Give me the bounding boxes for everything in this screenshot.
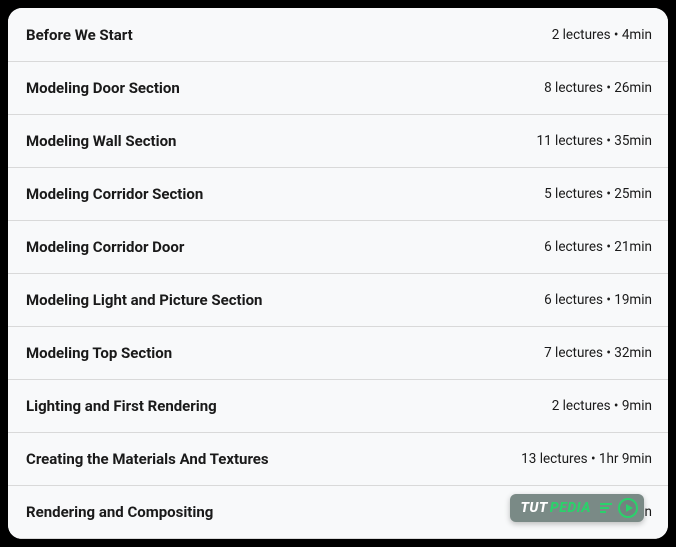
badge-tut: TUT bbox=[520, 500, 547, 516]
section-title: Modeling Corridor Door bbox=[26, 238, 184, 256]
section-title: Creating the Materials And Textures bbox=[26, 450, 269, 468]
section-meta: 5 lectures • 25min bbox=[544, 186, 652, 202]
section-row[interactable]: Before We Start 2 lectures • 4min bbox=[8, 8, 668, 62]
section-title: Modeling Light and Picture Section bbox=[26, 291, 262, 309]
section-title: Before We Start bbox=[26, 26, 133, 44]
section-meta: 8 lectures • 26min bbox=[544, 80, 652, 96]
section-title: Modeling Wall Section bbox=[26, 132, 176, 150]
section-meta: 7 lectures • 32min bbox=[544, 345, 652, 361]
section-row[interactable]: Modeling Light and Picture Section 6 lec… bbox=[8, 274, 668, 327]
section-row[interactable]: Creating the Materials And Textures 13 l… bbox=[8, 433, 668, 486]
course-sections-card: Before We Start 2 lectures • 4min Modeli… bbox=[8, 8, 668, 539]
section-row[interactable]: Modeling Top Section 7 lectures • 32min bbox=[8, 327, 668, 380]
section-row[interactable]: Modeling Corridor Door 6 lectures • 21mi… bbox=[8, 221, 668, 274]
section-meta: 13 lectures • 1hr 9min bbox=[521, 451, 652, 467]
section-meta: 6 lectures • 21min bbox=[544, 239, 652, 255]
section-meta: 6 lectures • 19min bbox=[544, 292, 652, 308]
section-meta: 2 lectures • 9min bbox=[552, 398, 652, 414]
section-row[interactable]: Modeling Corridor Section 5 lectures • 2… bbox=[8, 168, 668, 221]
tutpedia-badge[interactable]: TUT PEDIA bbox=[510, 494, 644, 522]
section-meta: 11 lectures • 35min bbox=[537, 133, 652, 149]
badge-pedia: PEDIA bbox=[550, 500, 591, 516]
section-row[interactable]: Modeling Wall Section 11 lectures • 35mi… bbox=[8, 115, 668, 168]
speed-lines-icon bbox=[600, 503, 612, 513]
section-title: Modeling Top Section bbox=[26, 344, 172, 362]
section-meta: 2 lectures • 4min bbox=[552, 27, 652, 43]
section-list: Before We Start 2 lectures • 4min Modeli… bbox=[8, 8, 668, 539]
play-icon bbox=[618, 498, 638, 518]
section-title: Modeling Door Section bbox=[26, 79, 180, 97]
section-title: Rendering and Compositing bbox=[26, 503, 213, 521]
section-row[interactable]: Modeling Door Section 8 lectures • 26min bbox=[8, 62, 668, 115]
section-title: Lighting and First Rendering bbox=[26, 397, 217, 415]
section-row[interactable]: Lighting and First Rendering 2 lectures … bbox=[8, 380, 668, 433]
badge-text: TUT PEDIA bbox=[520, 500, 591, 516]
section-title: Modeling Corridor Section bbox=[26, 185, 203, 203]
